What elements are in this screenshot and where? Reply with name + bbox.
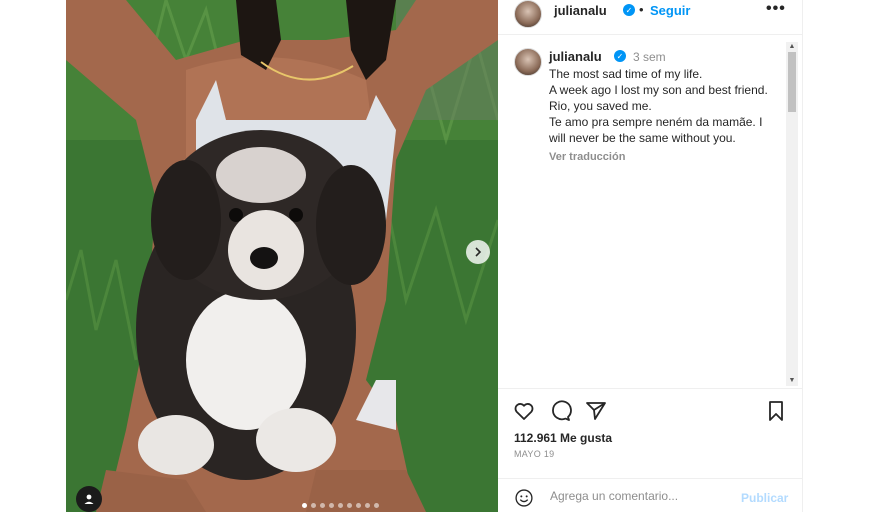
caption-text: The most sad time of my life. A week ago… (549, 67, 768, 145)
header-username[interactable]: julianalu (554, 3, 607, 18)
carousel-dot (302, 503, 307, 508)
carousel-indicator (302, 503, 379, 508)
avatar[interactable] (514, 0, 542, 28)
user-tag-icon (84, 494, 94, 504)
publish-button[interactable]: Publicar (741, 491, 788, 505)
carousel-dot (320, 503, 325, 508)
verified-badge-icon: ✓ (623, 4, 635, 16)
tagged-users-button[interactable] (76, 486, 102, 512)
carousel-dot (365, 503, 370, 508)
caption-avatar[interactable] (514, 48, 542, 76)
carousel-dot (356, 503, 361, 508)
carousel-dot (374, 503, 379, 508)
post-side-panel: julianalu ✓ • Seguir ••• julianalu ✓ 3 s… (498, 0, 803, 512)
scroll-down-arrow-icon[interactable]: ▼ (786, 376, 798, 386)
see-translation-link[interactable]: Ver traducción (549, 151, 625, 163)
send-icon[interactable] (584, 399, 608, 423)
bookmark-icon[interactable] (764, 399, 788, 423)
scrollbar-thumb[interactable] (788, 52, 796, 112)
instagram-post-modal: julianalu ✓ • Seguir ••• julianalu ✓ 3 s… (0, 0, 880, 512)
caption-time: 3 sem (633, 50, 666, 64)
carousel-dot (329, 503, 334, 508)
chevron-right-icon (475, 247, 482, 257)
carousel-dot (338, 503, 343, 508)
caption-username[interactable]: julianalu (549, 49, 602, 64)
scroll-up-arrow-icon[interactable]: ▲ (786, 42, 798, 52)
photo-illustration (66, 0, 498, 512)
post-caption: julianalu ✓ 3 sem The most sad time of m… (498, 40, 788, 386)
post-photo[interactable] (66, 0, 498, 512)
verified-badge-icon: ✓ (614, 50, 626, 62)
post-header: julianalu ✓ • Seguir ••• (498, 0, 802, 35)
comment-input[interactable] (548, 488, 732, 504)
carousel-next-button[interactable] (466, 240, 490, 264)
header-separator: • (639, 2, 644, 17)
follow-button[interactable]: Seguir (650, 3, 690, 18)
emoji-icon[interactable] (514, 488, 534, 508)
heart-icon[interactable] (512, 399, 536, 423)
post-actions: 112.961 Me gusta MAYO 19 (498, 388, 802, 479)
comment-icon[interactable] (548, 399, 572, 423)
carousel-dot (347, 503, 352, 508)
comments-scrollbar[interactable]: ▲ ▼ (786, 42, 798, 386)
comment-bar: Publicar (498, 478, 802, 513)
post-date: MAYO 19 (514, 449, 555, 459)
carousel-dot (311, 503, 316, 508)
likes-count[interactable]: 112.961 Me gusta (514, 431, 612, 445)
more-options-button[interactable]: ••• (766, 0, 786, 18)
